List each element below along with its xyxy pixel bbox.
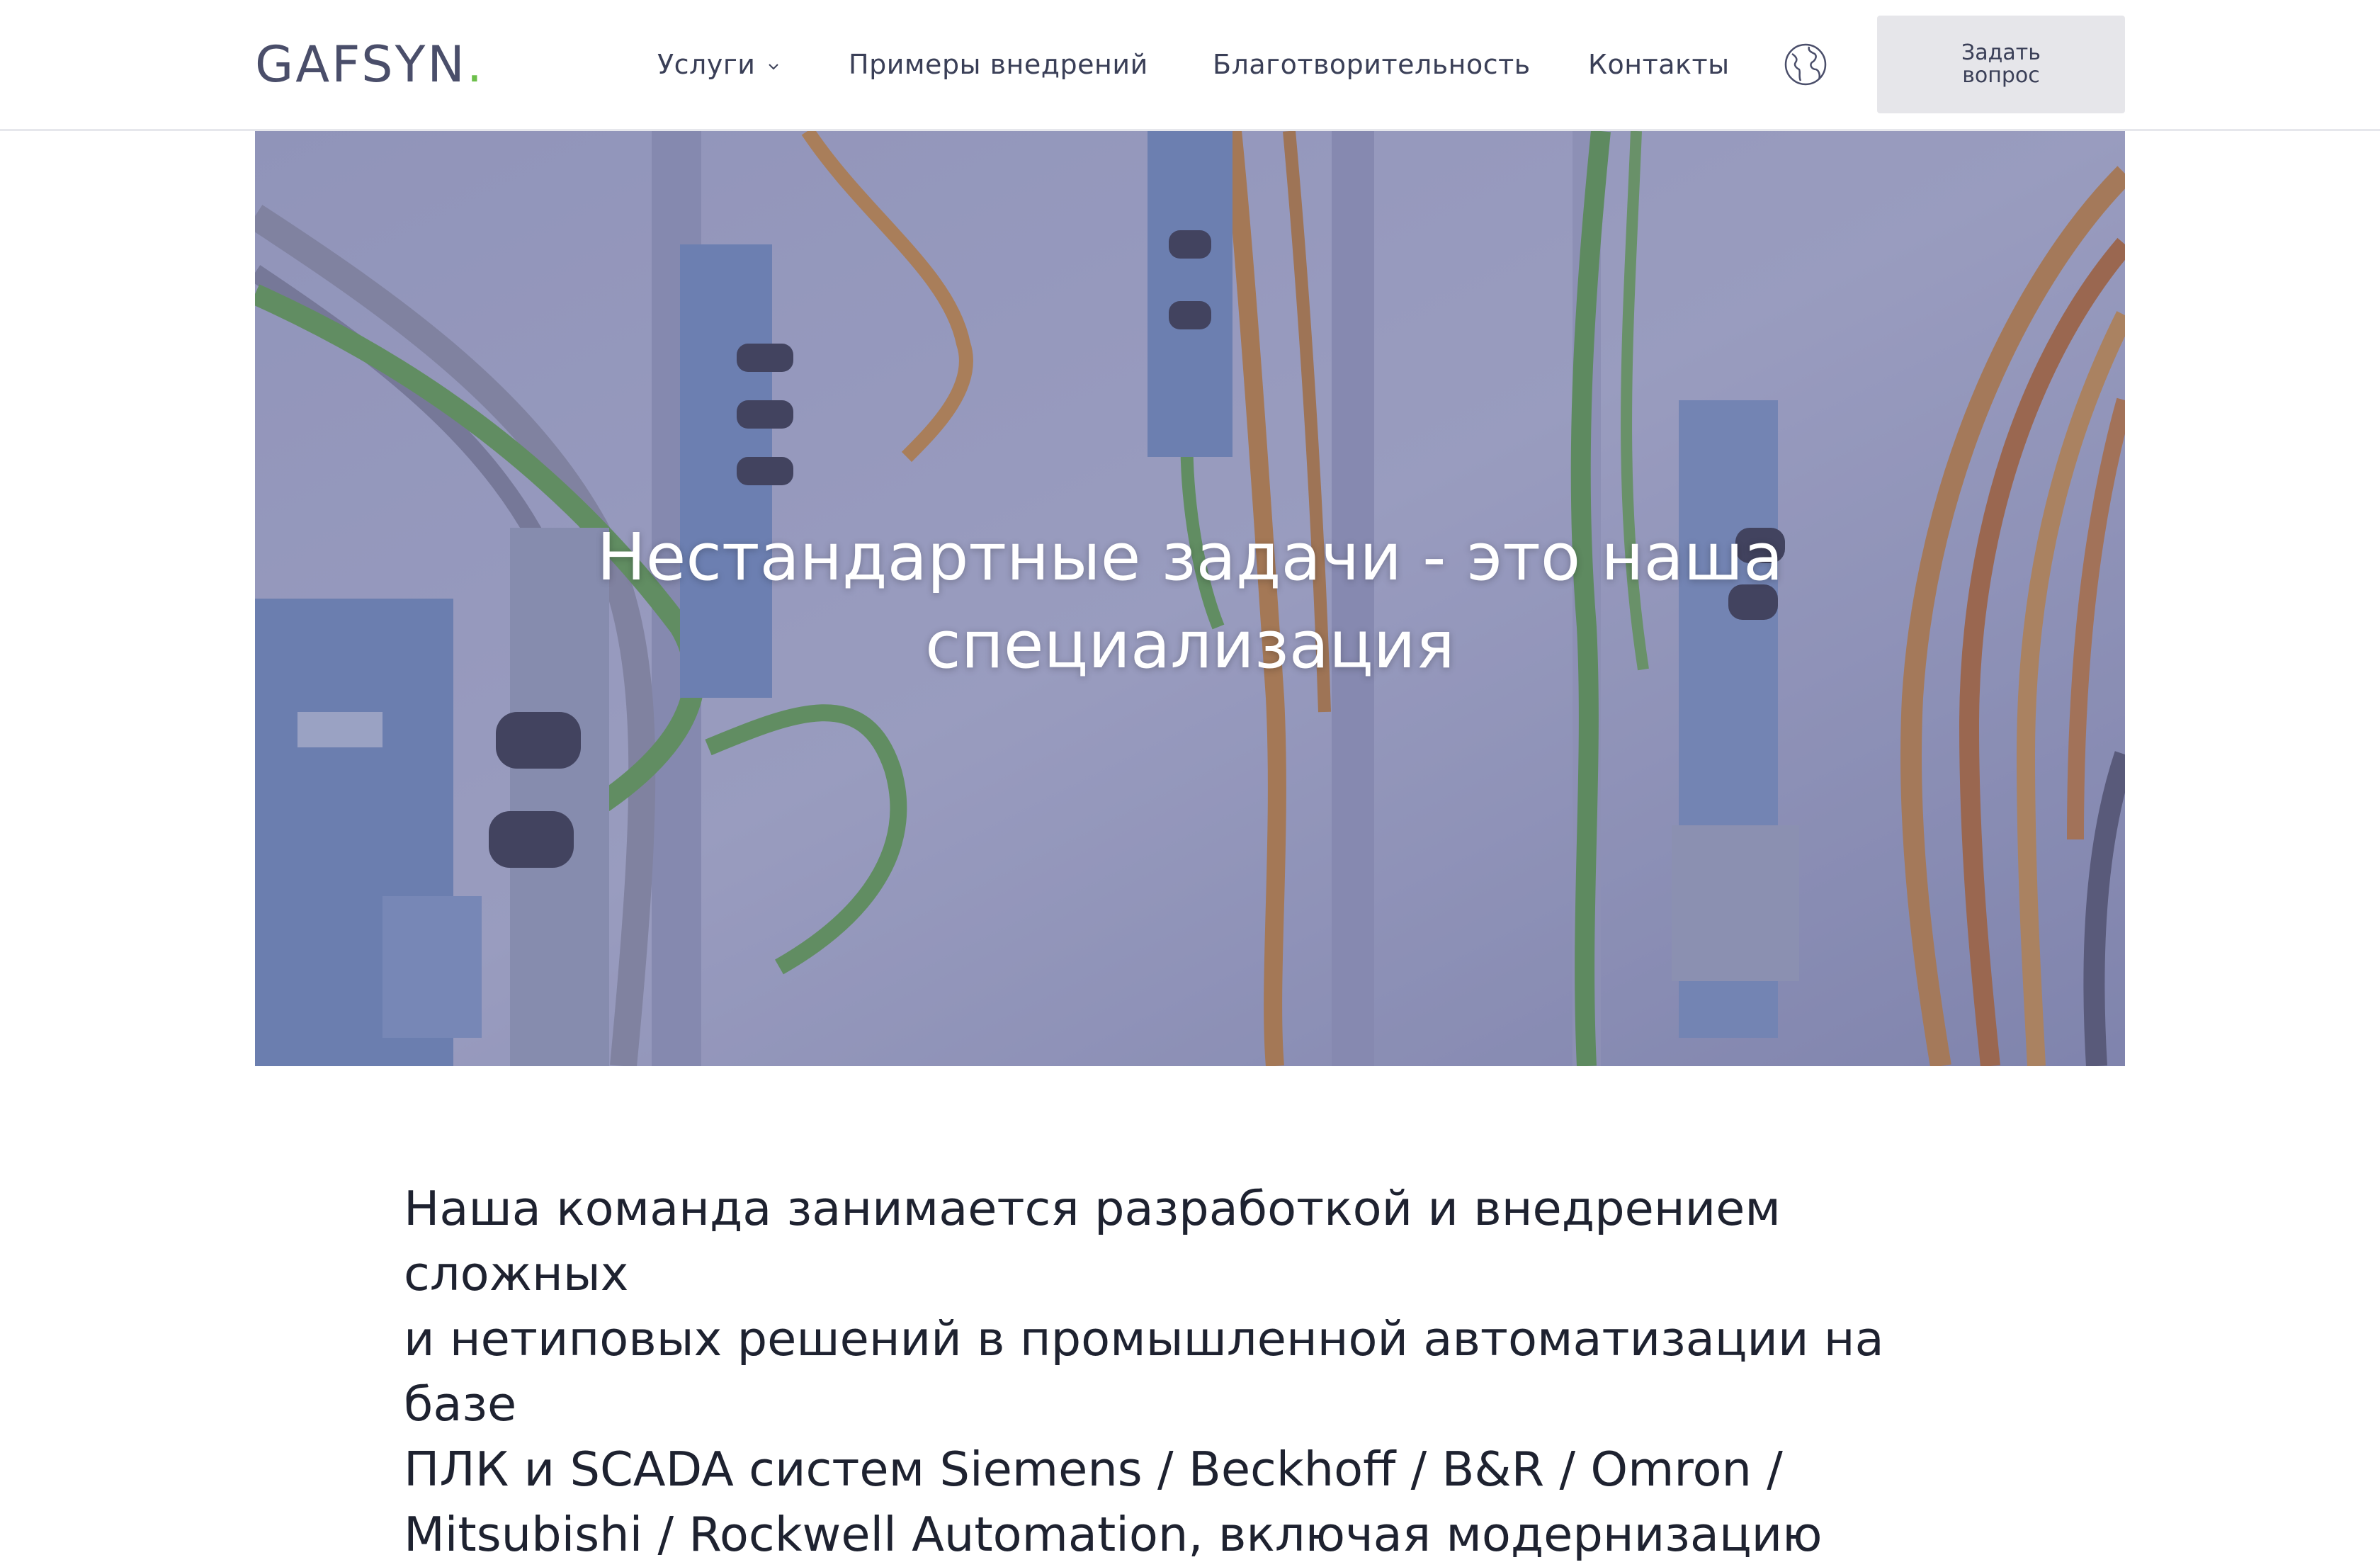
hero-title-line1: Нестандартные задачи - это наша [596, 519, 1784, 595]
intro-line2: и нетиповых решений в промышленной автом… [404, 1311, 1884, 1432]
ask-question-label: Задать вопрос [1961, 40, 2041, 88]
hero-title-line2: специализация [925, 607, 1455, 683]
nav-contacts[interactable]: Контакты [1588, 44, 1730, 85]
logo-text: GAFSYN [255, 35, 467, 94]
intro-line4: Mitsubishi / Rockwell Automation, включа… [404, 1507, 1823, 1562]
nav-examples[interactable]: Примеры внедрений [849, 44, 1148, 85]
ask-question-button[interactable]: Задать вопрос [1877, 16, 2125, 113]
intro-paragraph: Наша команда занимается разработкой и вн… [404, 1176, 1969, 1567]
hero-banner: Нестандартные задачи - это наша специали… [255, 131, 2125, 1066]
nav-services[interactable]: Услуги [657, 44, 781, 85]
nav-charity[interactable]: Благотворительность [1213, 44, 1531, 85]
site-header: GAFSYN. Услуги Примеры внедрений Благотв… [0, 0, 2380, 131]
globe-icon[interactable] [1784, 43, 1828, 86]
logo-dot: . [466, 35, 484, 94]
chevron-down-icon [768, 63, 778, 69]
hero-title: Нестандартные задачи - это наша специали… [255, 514, 2125, 689]
nav-services-label: Услуги [657, 49, 756, 80]
intro-line1: Наша команда занимается разработкой и вн… [404, 1181, 1781, 1301]
logo[interactable]: GAFSYN. [255, 33, 484, 96]
intro-line3: ПЛК и SCADA систем Siemens / Beckhoff / … [404, 1442, 1783, 1497]
